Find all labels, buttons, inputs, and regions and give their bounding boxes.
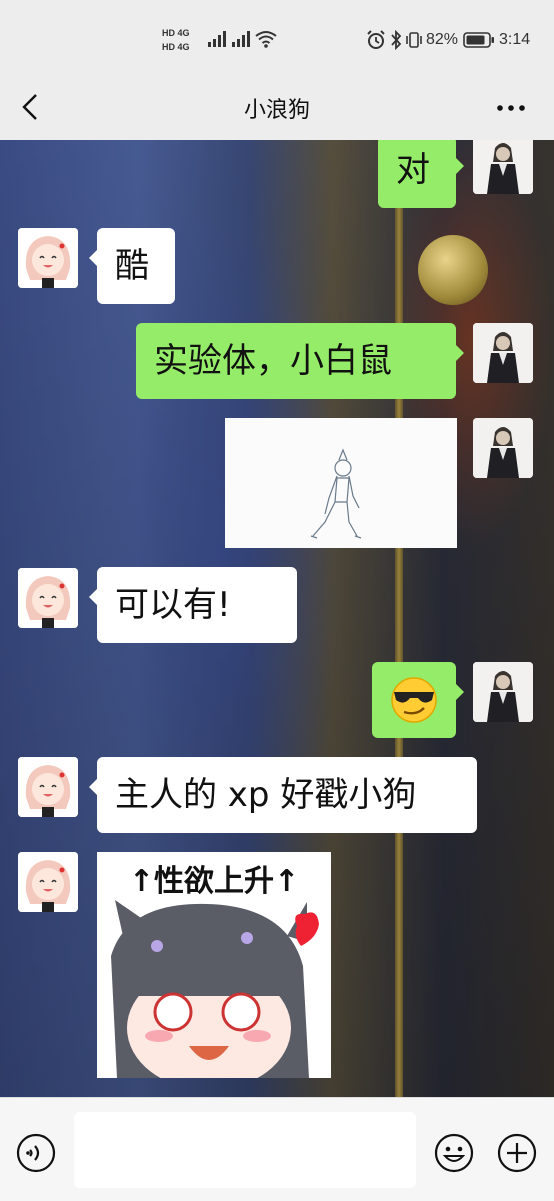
image-message[interactable] [225,418,457,548]
voice-icon[interactable] [16,1133,56,1173]
plus-icon[interactable] [497,1133,537,1173]
bluetooth-icon [391,30,402,50]
sticker-message[interactable]: ↑性欲上升↑ [97,852,331,1078]
message-bubble-in[interactable]: 酷 [89,228,175,304]
my-avatar[interactable] [473,323,533,383]
background-decoration [395,140,403,1097]
input-toolbar [0,1097,554,1201]
sketch-figure-image [225,418,457,548]
smirk-sunglasses-icon [391,677,437,723]
contact-avatar[interactable] [18,228,78,288]
battery-percent: 82% [426,31,459,48]
my-avatar[interactable] [473,662,533,722]
message-bubble-in[interactable]: 可以有! [89,567,297,643]
clock: 3:14 [499,31,531,48]
chat-area[interactable]: 对 酷 实验体，小白鼠 可以有! 主人的 xp 好戳小狗 ↑性欲上升↑ [0,140,554,1097]
message-input[interactable] [74,1112,416,1188]
contact-avatar[interactable] [18,568,78,628]
more-dots-icon[interactable] [496,96,526,120]
emoji-icon[interactable] [434,1133,474,1173]
contact-avatar[interactable] [18,852,78,912]
background-decoration [418,235,488,305]
wifi-icon [255,31,277,48]
contact-avatar[interactable] [18,757,78,817]
my-avatar[interactable] [473,418,533,478]
message-bubble-out[interactable]: 😏 [372,662,464,738]
message-bubble-out[interactable]: 对 [378,140,464,208]
network-label-1: HD 4G [162,28,190,38]
anime-girl-sticker-image [111,900,319,1078]
signal-icon [208,31,250,47]
alarm-icon [367,30,385,49]
sticker-caption: ↑性欲上升↑ [128,864,300,899]
message-bubble-in[interactable]: 主人的 xp 好戳小狗 [89,757,477,833]
status-bar: HD 4G HD 4G 82% 3:14 [0,0,554,80]
network-label-2: HD 4G [162,42,190,52]
chat-title: 小浪狗 [243,98,310,123]
message-bubble-out[interactable]: 实验体，小白鼠 [136,323,464,399]
vibrate-icon [406,32,422,48]
battery-icon [463,32,494,48]
chat-header: 小浪狗 [0,80,554,140]
my-avatar[interactable] [473,140,533,194]
